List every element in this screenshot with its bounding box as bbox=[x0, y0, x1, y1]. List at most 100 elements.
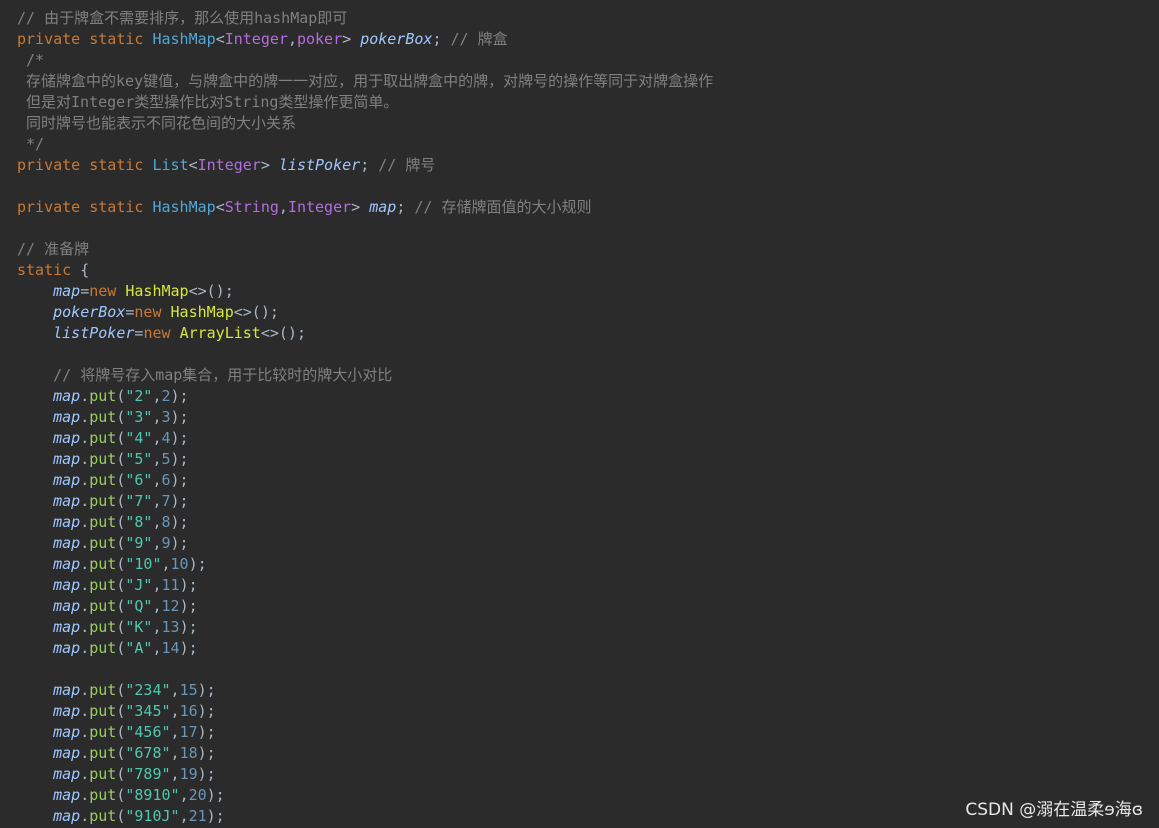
code-method: put bbox=[89, 429, 117, 447]
code-punctuation: ); bbox=[170, 471, 189, 489]
code-punctuation: . bbox=[80, 618, 90, 636]
code-punctuation: , bbox=[179, 807, 189, 825]
code-line: */ bbox=[17, 134, 1159, 155]
code-punctuation: ); bbox=[170, 387, 189, 405]
code-line: map.put("A",14); bbox=[17, 638, 1159, 659]
code-string-literal: "8910" bbox=[125, 786, 180, 804]
code-method: put bbox=[89, 786, 117, 804]
code-punctuation: <>(); bbox=[260, 324, 306, 342]
code-punctuation: ); bbox=[206, 807, 225, 825]
code-keyword: new bbox=[89, 282, 126, 300]
code-type: List bbox=[152, 156, 189, 174]
code-punctuation: < bbox=[215, 198, 225, 216]
code-punctuation: . bbox=[80, 429, 90, 447]
code-number-literal: 13 bbox=[161, 618, 180, 636]
code-punctuation: , bbox=[152, 513, 162, 531]
code-constructor: HashMap bbox=[125, 282, 189, 300]
code-line: map.put("789",19); bbox=[17, 764, 1159, 785]
code-number-literal: 21 bbox=[188, 807, 207, 825]
code-field: map bbox=[53, 534, 81, 552]
code-line: // 将牌号存入map集合，用于比较时的牌大小对比 bbox=[17, 365, 1159, 386]
code-line: static { bbox=[17, 260, 1159, 281]
code-line: pokerBox=new HashMap<>(); bbox=[17, 302, 1159, 323]
code-number-literal: 16 bbox=[179, 702, 198, 720]
code-punctuation: , bbox=[152, 492, 162, 510]
code-generic-type: Integer bbox=[197, 156, 261, 174]
code-line: 但是对Integer类型操作比对String类型操作更简单。 bbox=[17, 92, 1159, 113]
code-keyword: static bbox=[17, 261, 81, 279]
code-punctuation bbox=[17, 618, 53, 636]
code-field: map bbox=[53, 786, 81, 804]
code-punctuation: ; bbox=[432, 30, 451, 48]
code-constructor: ArrayList bbox=[179, 324, 261, 342]
code-field: map bbox=[53, 387, 81, 405]
code-method: put bbox=[89, 618, 117, 636]
code-punctuation: ); bbox=[206, 786, 225, 804]
code-punctuation: < bbox=[215, 30, 225, 48]
code-string-literal: "2" bbox=[125, 387, 153, 405]
code-field: map bbox=[53, 471, 81, 489]
code-string-literal: "9" bbox=[125, 534, 153, 552]
code-punctuation: . bbox=[80, 513, 90, 531]
code-punctuation: , bbox=[278, 198, 288, 216]
code-method: put bbox=[89, 723, 117, 741]
code-number-literal: 17 bbox=[179, 723, 198, 741]
code-punctuation: < bbox=[188, 156, 198, 174]
code-punctuation: . bbox=[80, 639, 90, 657]
code-punctuation: ; bbox=[396, 198, 415, 216]
code-field: map bbox=[53, 450, 81, 468]
code-punctuation: . bbox=[80, 597, 90, 615]
code-punctuation bbox=[17, 366, 53, 384]
code-keyword: new bbox=[143, 324, 180, 342]
code-string-literal: "4" bbox=[125, 429, 153, 447]
code-comment: // 将牌号存入map集合，用于比较时的牌大小对比 bbox=[53, 366, 393, 384]
code-method: put bbox=[89, 492, 117, 510]
code-number-literal: 3 bbox=[161, 408, 171, 426]
code-punctuation: , bbox=[170, 702, 180, 720]
code-string-literal: "456" bbox=[125, 723, 171, 741]
code-number-literal: 9 bbox=[161, 534, 171, 552]
code-punctuation: ); bbox=[170, 534, 189, 552]
code-string-literal: "Q" bbox=[125, 597, 153, 615]
code-generic-type: Integer bbox=[224, 30, 288, 48]
code-string-literal: "5" bbox=[125, 450, 153, 468]
code-punctuation bbox=[17, 324, 53, 342]
code-comment: // 由于牌盒不需要排序，那么使用hashMap即可 bbox=[17, 9, 348, 27]
code-punctuation bbox=[17, 744, 53, 762]
code-type: HashMap bbox=[152, 198, 216, 216]
code-field: map bbox=[53, 555, 81, 573]
code-line: map.put("234",15); bbox=[17, 680, 1159, 701]
code-method: put bbox=[89, 576, 117, 594]
code-punctuation: , bbox=[170, 723, 180, 741]
code-line: map=new HashMap<>(); bbox=[17, 281, 1159, 302]
code-field: map bbox=[53, 429, 81, 447]
code-punctuation bbox=[17, 765, 53, 783]
code-string-literal: "6" bbox=[125, 471, 153, 489]
code-editor[interactable]: // 由于牌盒不需要排序，那么使用hashMap即可 private static… bbox=[0, 0, 1159, 828]
code-comment: // 牌盒 bbox=[450, 30, 508, 48]
code-number-literal: 20 bbox=[188, 786, 207, 804]
code-method: put bbox=[89, 534, 117, 552]
code-line: private static HashMap<String,Integer> m… bbox=[17, 197, 1159, 218]
code-punctuation bbox=[17, 555, 53, 573]
code-number-literal: 15 bbox=[179, 681, 198, 699]
code-field: map bbox=[53, 408, 81, 426]
code-number-literal: 10 bbox=[170, 555, 189, 573]
code-field: map bbox=[53, 702, 81, 720]
code-punctuation: , bbox=[152, 450, 162, 468]
code-field: listPoker bbox=[278, 156, 361, 174]
code-punctuation: > bbox=[351, 198, 370, 216]
code-string-literal: "A" bbox=[125, 639, 153, 657]
code-field: pokerBox bbox=[360, 30, 433, 48]
code-method: put bbox=[89, 513, 117, 531]
code-line: map.put("2",2); bbox=[17, 386, 1159, 407]
code-line: map.put("Q",12); bbox=[17, 596, 1159, 617]
code-string-literal: "234" bbox=[125, 681, 171, 699]
code-area[interactable]: // 由于牌盒不需要排序，那么使用hashMap即可 private static… bbox=[17, 8, 1159, 827]
code-punctuation: , bbox=[152, 471, 162, 489]
code-punctuation: . bbox=[80, 786, 90, 804]
code-punctuation: ); bbox=[197, 702, 216, 720]
code-line: // 准备牌 bbox=[17, 239, 1159, 260]
